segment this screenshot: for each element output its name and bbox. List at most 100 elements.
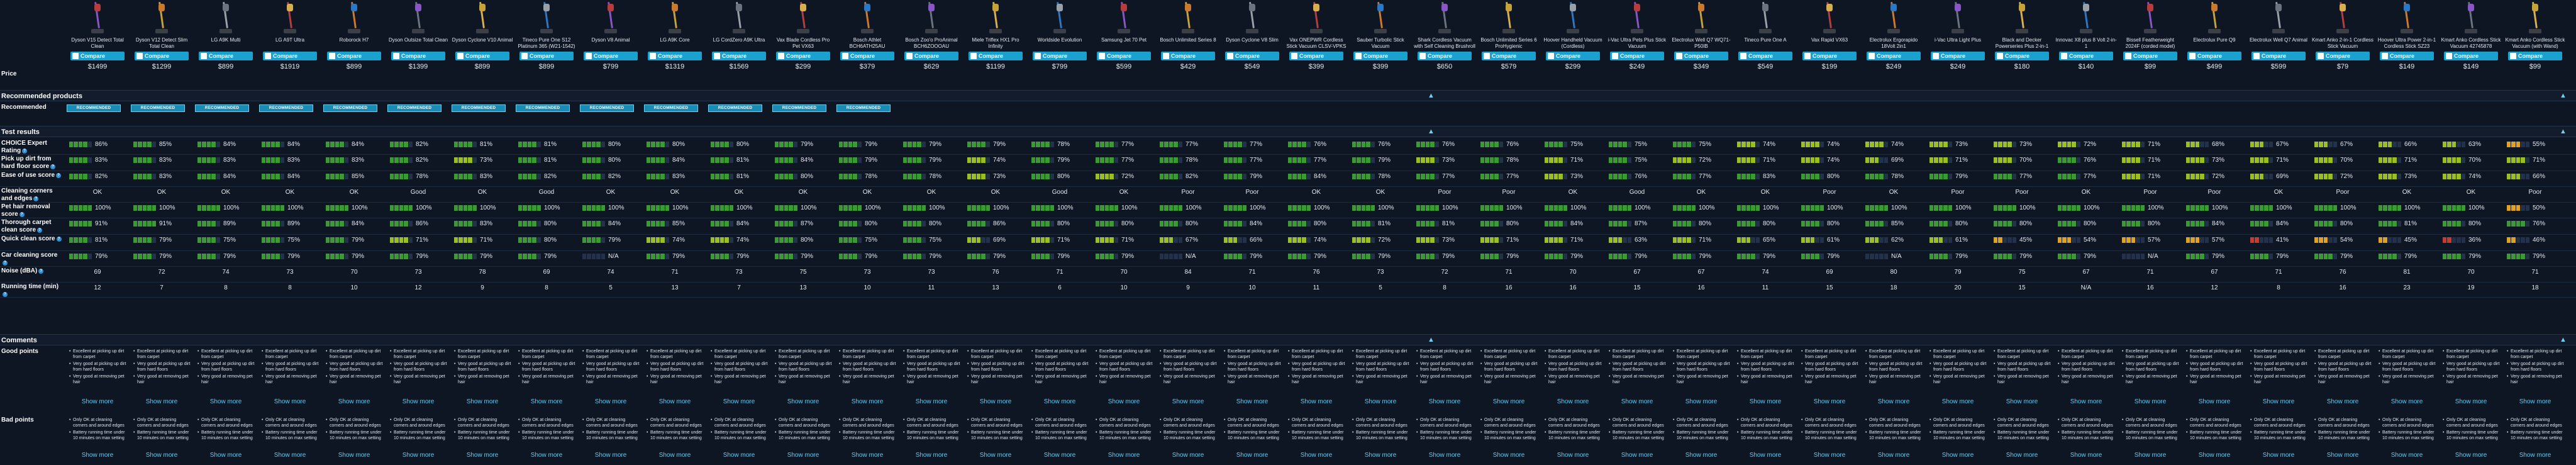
compare-checkbox[interactable] [1227,53,1233,59]
show-more-link[interactable]: Show more [2054,452,2118,459]
test-results-section-header[interactable]: Test results ▲ ▲ [0,126,2576,137]
collapse-chevron-icon[interactable]: ▲ [1428,92,1435,99]
show-more-link[interactable]: Show more [2503,398,2567,405]
compare-checkbox[interactable] [136,53,143,59]
show-more-link[interactable]: Show more [2311,452,2375,459]
product-image[interactable] [2336,0,2350,35]
show-more-link[interactable]: Show more [1220,398,1284,405]
compare-button[interactable]: Compare [712,52,766,60]
product-image[interactable] [2207,0,2221,35]
compare-button[interactable]: Compare [2059,52,2113,60]
show-more-link[interactable]: Show more [514,398,579,405]
show-more-link[interactable]: Show more [1541,398,1605,405]
show-more-link[interactable]: Show more [1797,452,1862,459]
show-more-link[interactable]: Show more [386,452,450,459]
product-image[interactable] [860,0,874,35]
compare-checkbox[interactable] [586,53,592,59]
product-image[interactable] [732,0,746,35]
product-image[interactable] [2143,0,2157,35]
show-more-link[interactable]: Show more [1797,398,1862,405]
collapse-chevron-icon[interactable]: ▲ [1428,336,1435,344]
product-name[interactable]: Vax Blade Cordless Pro Pet VX63 [772,37,834,50]
compare-checkbox[interactable] [2253,53,2260,59]
product-name[interactable]: Vax ONEPWR Cordless Stick Vacuum CLSV-VP… [1285,37,1347,50]
compare-button[interactable]: Compare [969,52,1023,60]
product-image[interactable] [796,0,810,35]
product-image[interactable] [2464,0,2478,35]
show-more-link[interactable]: Show more [707,452,771,459]
product-image[interactable] [1053,0,1067,35]
compare-button[interactable]: Compare [1225,52,1279,60]
collapse-chevron-icon[interactable]: ▲ [2560,336,2567,344]
product-name[interactable]: LG A9K Core [644,37,706,50]
product-image[interactable] [411,0,425,35]
show-more-link[interactable]: Show more [1733,398,1797,405]
show-more-link[interactable]: Show more [1284,452,1348,459]
show-more-link[interactable]: Show more [2118,452,2182,459]
show-more-link[interactable]: Show more [2439,452,2503,459]
compare-button[interactable]: Compare [263,52,317,60]
show-more-link[interactable]: Show more [194,398,258,405]
show-more-link[interactable]: Show more [1990,452,2054,459]
show-more-link[interactable]: Show more [1092,398,1156,405]
show-more-link[interactable]: Show more [130,452,194,459]
compare-checkbox[interactable] [1804,53,1811,59]
compare-button[interactable]: Compare [1418,52,1472,60]
comments-section-header[interactable]: Comments ▲ ▲ [0,334,2576,345]
show-more-link[interactable]: Show more [1605,452,1669,459]
info-icon[interactable]: ? [22,148,28,154]
recommended-section-header[interactable]: Recommended products ▲ ▲ [0,90,2576,101]
product-name[interactable]: Tineco Pure One A [1735,37,1796,50]
show-more-link[interactable]: Show more [65,452,130,459]
compare-button[interactable]: Compare [2380,52,2434,60]
product-image[interactable] [1502,0,1516,35]
compare-checkbox[interactable] [329,53,335,59]
show-more-link[interactable]: Show more [1477,452,1541,459]
product-name[interactable]: Bosch Unlimited Series 8 [1157,37,1219,50]
show-more-link[interactable]: Show more [450,398,514,405]
product-image[interactable] [668,0,682,35]
show-more-link[interactable]: Show more [258,398,322,405]
product-name[interactable]: Dyson V15 Detect Total Clean [67,37,128,50]
show-more-link[interactable]: Show more [899,452,963,459]
product-image[interactable] [1951,0,1965,35]
product-image[interactable] [2400,0,2414,35]
show-more-link[interactable]: Show more [1284,398,1348,405]
product-name[interactable]: Dyson Outsize Total Clean [387,37,449,50]
compare-button[interactable]: Compare [1546,52,1600,60]
compare-checkbox[interactable] [1997,53,2003,59]
collapse-chevron-icon[interactable]: ▲ [1428,128,1435,135]
compare-button[interactable]: Compare [1802,52,1857,60]
product-image[interactable] [1758,0,1772,35]
compare-button[interactable]: Compare [2123,52,2177,60]
product-name[interactable]: i-Vac Ultra Pets Plus Stick Vacuum [1606,37,1668,50]
compare-checkbox[interactable] [521,53,528,59]
product-name[interactable]: Sauber Turbolic Stick Vacuum [1350,37,1411,50]
product-name[interactable]: Black and Decker Powerseries Plus 2-in-1… [1991,37,2053,50]
product-image[interactable] [2079,0,2093,35]
product-name[interactable]: Kmart Anko 2-in-1 Cordless Stick Vacuum [2312,37,2373,50]
compare-checkbox[interactable] [650,53,656,59]
product-name[interactable]: LG A9T Ultra [259,37,321,50]
info-icon[interactable]: ? [19,212,25,217]
show-more-link[interactable]: Show more [643,398,707,405]
show-more-link[interactable]: Show more [963,398,1028,405]
compare-checkbox[interactable] [1933,53,1939,59]
show-more-link[interactable]: Show more [2503,452,2567,459]
compare-checkbox[interactable] [778,53,784,59]
info-icon[interactable]: ? [33,196,39,201]
show-more-link[interactable]: Show more [2439,398,2503,405]
compare-button[interactable]: Compare [327,52,381,60]
show-more-link[interactable]: Show more [2118,398,2182,405]
product-image[interactable] [1823,0,1836,35]
compare-checkbox[interactable] [970,53,977,59]
show-more-link[interactable]: Show more [2375,398,2439,405]
product-name[interactable]: Electrolux Pure Q9 [2184,37,2245,50]
show-more-link[interactable]: Show more [1413,452,1477,459]
compare-checkbox[interactable] [2446,53,2452,59]
info-icon[interactable]: ? [50,164,56,169]
compare-button[interactable]: Compare [70,52,125,60]
show-more-link[interactable]: Show more [1733,452,1797,459]
show-more-link[interactable]: Show more [2054,398,2118,405]
product-name[interactable]: Dyson V12 Detect Slim Total Clean [131,37,192,50]
